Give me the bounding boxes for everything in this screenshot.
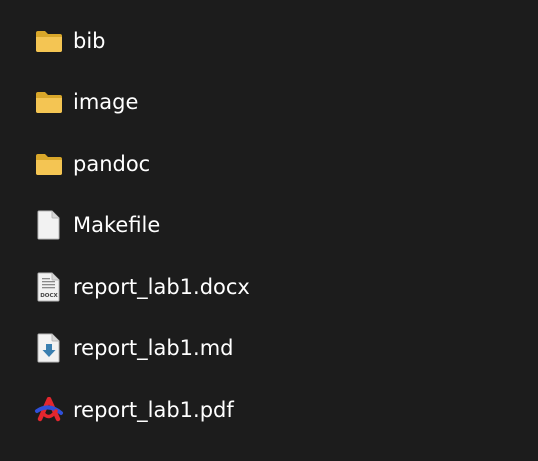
folder-icon <box>34 26 64 56</box>
list-item-image[interactable]: image <box>0 72 538 134</box>
file-name: report_lab1.pdf <box>73 397 234 422</box>
list-item-report-md[interactable]: report_lab1.md <box>0 318 538 380</box>
list-item-report-pdf[interactable]: report_lab1.pdf <box>0 379 538 441</box>
folder-icon <box>34 87 64 117</box>
folder-icon <box>34 149 64 179</box>
file-name: pandoc <box>73 151 151 176</box>
file-name: Makefile <box>73 213 161 238</box>
file-list: bib image pandoc Makefile DOCX report_la… <box>0 10 538 441</box>
markdown-file-icon <box>34 333 64 363</box>
file-name: report_lab1.docx <box>73 274 250 299</box>
list-item-bib[interactable]: bib <box>0 10 538 72</box>
blank-file-icon <box>34 210 64 240</box>
list-item-makefile[interactable]: Makefile <box>0 195 538 257</box>
list-item-report-docx[interactable]: DOCX report_lab1.docx <box>0 256 538 318</box>
file-name: bib <box>73 28 106 53</box>
file-name: report_lab1.md <box>73 336 234 361</box>
docx-icon-label: DOCX <box>40 293 58 299</box>
docx-file-icon: DOCX <box>34 272 64 302</box>
file-name: image <box>73 90 139 115</box>
list-item-pandoc[interactable]: pandoc <box>0 133 538 195</box>
pdf-file-icon <box>34 395 64 425</box>
